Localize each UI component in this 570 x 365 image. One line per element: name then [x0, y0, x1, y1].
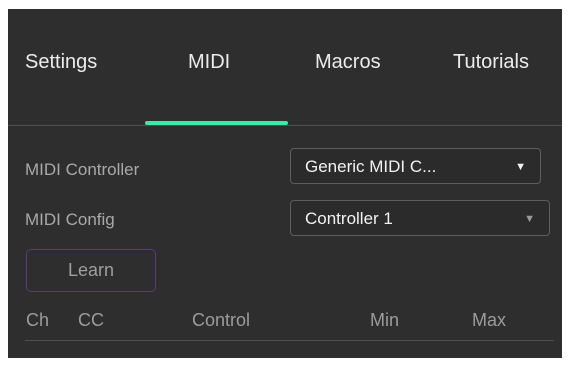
chevron-down-icon: ▼ — [515, 161, 526, 173]
midi-controller-dropdown[interactable]: Generic MIDI C... ▼ — [290, 148, 541, 184]
learn-button[interactable]: Learn — [26, 249, 156, 292]
midi-controller-value: Generic MIDI C... — [305, 157, 437, 176]
column-header-min: Min — [370, 310, 400, 330]
midi-controller-label: MIDI Controller — [25, 160, 140, 179]
midi-config-label: MIDI Config — [25, 210, 115, 229]
midi-panel: Settings MIDI Macros Tutorials MIDI Cont… — [8, 9, 562, 358]
chevron-down-icon: ▼ — [524, 213, 535, 225]
tab-settings[interactable]: Settings — [25, 47, 97, 77]
tab-tutorials[interactable]: Tutorials — [453, 47, 529, 77]
midi-config-value: Controller 1 — [305, 209, 393, 228]
tab-midi[interactable]: MIDI — [188, 47, 230, 77]
column-header-ch: Ch — [26, 310, 50, 330]
table-header-divider — [25, 340, 554, 341]
tab-macros[interactable]: Macros — [315, 47, 381, 77]
column-header-cc: CC — [78, 310, 104, 330]
header-divider — [8, 125, 562, 126]
column-header-max: Max — [472, 310, 507, 330]
column-header-control: Control — [192, 310, 251, 330]
midi-config-dropdown[interactable]: Controller 1 ▼ — [290, 200, 550, 236]
tab-bar: Settings MIDI Macros Tutorials — [8, 9, 562, 125]
